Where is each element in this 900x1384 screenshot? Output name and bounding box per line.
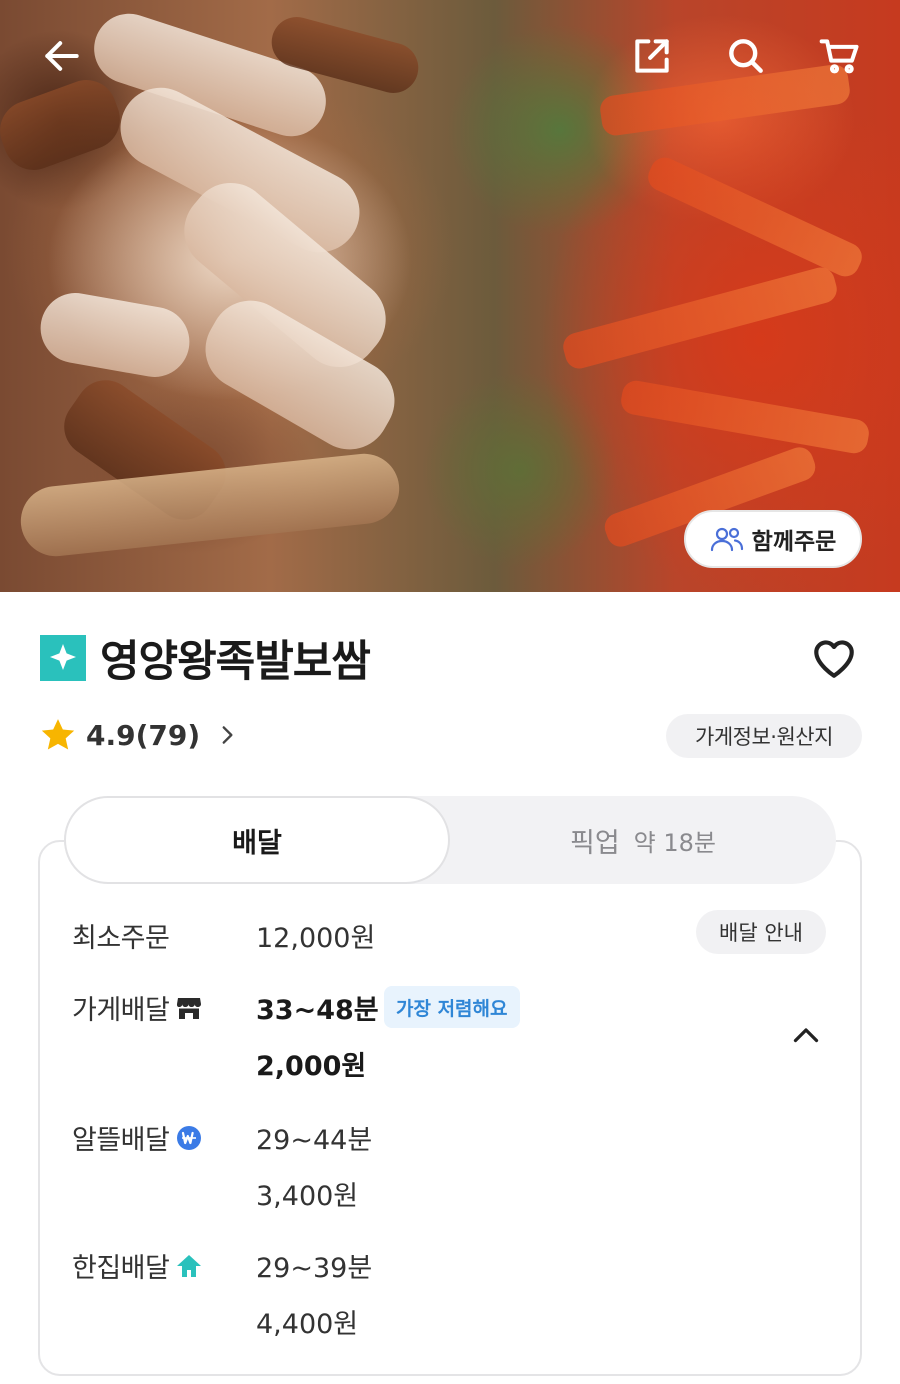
rating-value: 4.9(79) [86, 718, 201, 752]
favorite-button[interactable] [806, 630, 862, 686]
store-delivery-time: 33~48분 [256, 995, 379, 1026]
single-delivery-icon [177, 1254, 202, 1277]
min-order-value: 12,000원 [256, 923, 376, 954]
cart-icon [819, 39, 859, 74]
chevron-right-icon [222, 726, 233, 744]
store-name: 영양왕족발보쌈 [100, 637, 371, 687]
min-order-label: 최소주문 [72, 916, 170, 955]
store-info-button[interactable]: 가게정보·원산지 [666, 714, 862, 758]
back-button[interactable] [34, 28, 90, 84]
together-order-button[interactable]: 함께주문 [684, 510, 862, 568]
share-icon [635, 39, 669, 73]
back-arrow-icon [45, 41, 79, 71]
single-delivery-time: 29~39분 [256, 1253, 373, 1284]
single-delivery-label-text: 한집배달 [72, 1253, 170, 1284]
chevron-up-icon[interactable] [788, 1018, 824, 1054]
single-delivery-fee: 4,400원 [256, 1309, 359, 1340]
saver-delivery-label: 알뜰배달 [72, 1118, 203, 1157]
heart-icon [814, 640, 854, 678]
tab-pickup[interactable]: 픽업 약 18분 [450, 796, 836, 884]
saver-delivery-fee: 3,400원 [256, 1181, 359, 1212]
search-button[interactable] [718, 28, 774, 84]
store-delivery-label: 가게배달 [72, 988, 203, 1027]
hero-image: 함께주문 [0, 0, 900, 592]
saver-delivery-time: 29~44분 [256, 1125, 373, 1156]
single-delivery-label: 한집배달 [72, 1246, 203, 1285]
tab-delivery[interactable]: 배달 [64, 796, 450, 884]
tab-pickup-label: 픽업 [569, 827, 620, 859]
saver-delivery-label-text: 알뜰배달 [72, 1125, 170, 1156]
order-type-tabs: 배달 픽업 약 18분 [64, 796, 836, 884]
store-delivery-fee: 2,000원 [256, 1051, 367, 1082]
rating-link[interactable]: 4.9(79) [38, 712, 240, 758]
min-order-label-text: 최소주문 [72, 923, 170, 954]
share-button[interactable] [624, 28, 680, 84]
delivery-guide-button[interactable]: 배달 안내 [696, 910, 826, 954]
search-icon [729, 39, 763, 73]
store-delivery-icon [177, 997, 202, 1019]
cart-button[interactable] [812, 28, 868, 84]
star-icon [41, 719, 75, 750]
store-badge-icon [40, 635, 86, 681]
people-icon [710, 527, 743, 552]
store-title-row: 영양왕족발보쌈 [40, 626, 371, 690]
cheapest-badge: 가장 저렴해요 [384, 986, 520, 1028]
together-order-label: 함께주문 [751, 529, 837, 555]
store-delivery-label-text: 가게배달 [72, 995, 170, 1026]
saver-delivery-icon [177, 1125, 202, 1150]
tab-pickup-time: 약 18분 [633, 828, 716, 857]
